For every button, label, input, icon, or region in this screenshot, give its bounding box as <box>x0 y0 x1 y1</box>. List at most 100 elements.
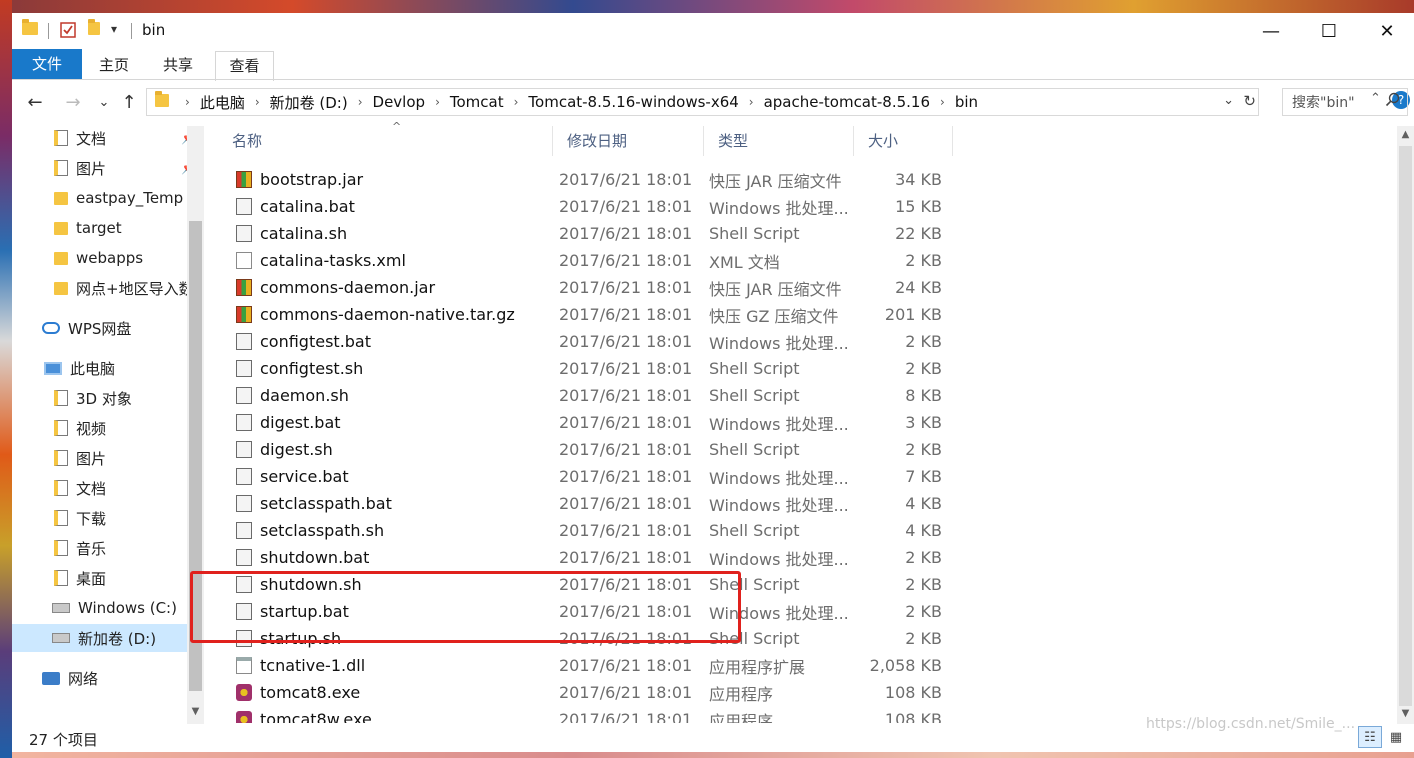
file-name[interactable]: setclasspath.sh <box>236 521 384 540</box>
file-row[interactable]: digest.sh 2017/6/21 18:01 Shell Script 2 KB <box>218 436 962 463</box>
nav-item-3d-objects[interactable]: 3D 对象 <box>54 384 132 412</box>
address-bar[interactable]: › 此电脑 › 新加卷 (D:) › Devlop › Tomcat › Tom… <box>146 88 1259 116</box>
column-divider[interactable] <box>952 126 953 156</box>
nav-item-webapps[interactable]: webapps <box>54 244 143 272</box>
maximize-button[interactable]: ☐ <box>1300 13 1358 49</box>
nav-item-drive-c[interactable]: Windows (C:) <box>52 594 177 622</box>
recent-locations-button[interactable]: ⌄ <box>96 89 112 115</box>
file-row[interactable]: daemon.sh 2017/6/21 18:01 Shell Script 8 KB <box>218 382 962 409</box>
file-name[interactable]: service.bat <box>236 467 349 486</box>
nav-item-eastpay-temp[interactable]: eastpay_Temp <box>54 184 183 212</box>
breadcrumb-this-pc[interactable]: 此电脑 <box>196 92 249 113</box>
tab-home[interactable]: 主页 <box>84 51 144 79</box>
close-button[interactable]: ✕ <box>1358 13 1414 49</box>
column-header-type[interactable]: 类型 <box>704 126 853 156</box>
file-list-scroll-thumb[interactable] <box>1399 146 1412 706</box>
refresh-icon[interactable]: ↻ <box>1243 92 1256 110</box>
properties-icon[interactable] <box>60 22 76 38</box>
breadcrumb-separator-icon[interactable]: › <box>179 95 196 109</box>
breadcrumb-separator-icon[interactable]: › <box>934 95 951 109</box>
nav-item-network[interactable]: 网络 <box>42 664 98 692</box>
tab-file[interactable]: 文件 <box>12 49 82 79</box>
nav-item-pictures[interactable]: 图片 <box>54 444 106 472</box>
file-name[interactable]: catalina.sh <box>236 224 347 243</box>
column-header-size[interactable]: 大小 <box>854 126 952 156</box>
file-name[interactable]: tomcat8.exe <box>236 683 360 702</box>
nav-item-target[interactable]: target <box>54 214 122 242</box>
search-icon[interactable] <box>1385 92 1400 111</box>
file-name[interactable]: tcnative-1.dll <box>236 656 365 675</box>
column-header-date[interactable]: 修改日期 <box>553 126 703 156</box>
tab-share[interactable]: 共享 <box>148 51 208 79</box>
nav-item-pictures-pinned[interactable]: 图片 <box>54 154 106 182</box>
file-name[interactable]: shutdown.bat <box>236 548 369 567</box>
file-row[interactable]: service.bat 2017/6/21 18:01 Windows 批处理...… <box>218 463 962 490</box>
search-box[interactable] <box>1282 88 1408 117</box>
file-list-scrollbar[interactable]: ▲ ▼ <box>1397 126 1414 724</box>
breadcrumb-bin[interactable]: bin <box>951 93 982 111</box>
nav-item-desktop[interactable]: 桌面 <box>54 564 106 592</box>
file-row[interactable]: digest.bat 2017/6/21 18:01 Windows 批处理... 3… <box>218 409 962 436</box>
file-row[interactable]: configtest.bat 2017/6/21 18:01 Windows 批处理… <box>218 328 962 355</box>
file-row[interactable]: setclasspath.sh 2017/6/21 18:01 Shell Scri… <box>218 517 962 544</box>
breadcrumb-devlop[interactable]: Devlop <box>369 93 430 111</box>
file-name[interactable]: configtest.sh <box>236 359 363 378</box>
breadcrumb-separator-icon[interactable]: › <box>249 95 266 109</box>
file-row[interactable]: shutdown.bat 2017/6/21 18:01 Windows 批处理..… <box>218 544 962 571</box>
tab-view[interactable]: 查看 <box>215 51 274 81</box>
column-header-name[interactable]: 名称 <box>218 126 552 156</box>
file-row[interactable]: catalina-tasks.xml 2017/6/21 18:01 XML 文档 2… <box>218 247 962 274</box>
nav-item-documents[interactable]: 文档 <box>54 474 106 502</box>
file-name[interactable]: bootstrap.jar <box>236 170 363 189</box>
minimize-button[interactable]: — <box>1242 13 1300 49</box>
file-row[interactable]: catalina.bat 2017/6/21 18:01 Windows 批处理..… <box>218 193 962 220</box>
nav-item-wps-cloud[interactable]: WPS网盘 <box>42 314 131 342</box>
breadcrumb-separator-icon[interactable]: › <box>508 95 525 109</box>
scroll-down-icon[interactable]: ▼ <box>187 706 204 717</box>
file-name[interactable]: digest.sh <box>236 440 333 459</box>
details-view-button[interactable]: ☷ <box>1358 726 1382 748</box>
address-dropdown-icon[interactable]: ⌄ <box>1223 93 1234 108</box>
up-button[interactable]: ↑ <box>118 89 140 115</box>
nav-item-this-pc[interactable]: 此电脑 <box>44 354 115 382</box>
large-icons-view-button[interactable]: ▦ <box>1384 726 1408 748</box>
breadcrumb-tomcat-windows[interactable]: Tomcat-8.5.16-windows-x64 <box>524 93 742 111</box>
nav-item-videos[interactable]: 视频 <box>54 414 106 442</box>
file-name[interactable]: catalina.bat <box>236 197 355 216</box>
search-input[interactable] <box>1283 89 1390 117</box>
file-name[interactable]: commons-daemon-native.tar.gz <box>236 305 515 324</box>
nav-item-music[interactable]: 音乐 <box>54 534 106 562</box>
nav-item-documents-pinned[interactable]: 文档 <box>54 124 106 152</box>
file-row[interactable]: configtest.sh 2017/6/21 18:01 Shell Script… <box>218 355 962 382</box>
back-button[interactable]: ← <box>22 89 48 115</box>
file-row[interactable]: commons-daemon.jar 2017/6/21 18:01 快压 JAR … <box>218 274 962 301</box>
breadcrumb-apache-tomcat[interactable]: apache-tomcat-8.5.16 <box>760 93 934 111</box>
file-name[interactable]: tomcat8w.exe <box>236 710 372 723</box>
nav-item-import-folder[interactable]: 网点+地区导入数 <box>54 274 194 302</box>
scroll-down-icon[interactable]: ▼ <box>1397 708 1414 719</box>
quick-access-dropdown-icon[interactable]: ▾ <box>111 22 117 36</box>
file-row[interactable]: tomcat8.exe 2017/6/21 18:01 应用程序 108 KB <box>218 679 962 706</box>
forward-button[interactable]: → <box>60 89 86 115</box>
file-row[interactable]: bootstrap.jar 2017/6/21 18:01 快压 JAR 压缩文件 3… <box>218 166 962 193</box>
file-name[interactable]: setclasspath.bat <box>236 494 392 513</box>
breadcrumb-separator-icon[interactable]: › <box>429 95 446 109</box>
file-name[interactable]: digest.bat <box>236 413 341 432</box>
breadcrumb-separator-icon[interactable]: › <box>352 95 369 109</box>
file-name[interactable]: catalina-tasks.xml <box>236 251 406 270</box>
file-name[interactable]: configtest.bat <box>236 332 371 351</box>
nav-item-drive-d[interactable]: 新加卷 (D:) <box>12 624 187 652</box>
breadcrumb-drive-d[interactable]: 新加卷 (D:) <box>266 92 352 113</box>
file-row[interactable]: setclasspath.bat 2017/6/21 18:01 Windows 批… <box>218 490 962 517</box>
file-row[interactable]: commons-daemon-native.tar.gz 2017/6/21 18… <box>218 301 962 328</box>
nav-item-downloads[interactable]: 下载 <box>54 504 106 532</box>
breadcrumb-separator-icon[interactable]: › <box>743 95 760 109</box>
file-name[interactable]: daemon.sh <box>236 386 349 405</box>
breadcrumb-tomcat[interactable]: Tomcat <box>446 93 508 111</box>
new-folder-icon[interactable] <box>88 19 100 35</box>
file-row[interactable]: catalina.sh 2017/6/21 18:01 Shell Script 22… <box>218 220 962 247</box>
file-row[interactable]: tomcat8w.exe 2017/6/21 18:01 应用程序 108 KB <box>218 706 962 723</box>
file-name[interactable]: commons-daemon.jar <box>236 278 435 297</box>
file-row[interactable]: tcnative-1.dll 2017/6/21 18:01 应用程序扩展 2,058… <box>218 652 962 679</box>
scroll-up-icon[interactable]: ▲ <box>1397 129 1414 140</box>
